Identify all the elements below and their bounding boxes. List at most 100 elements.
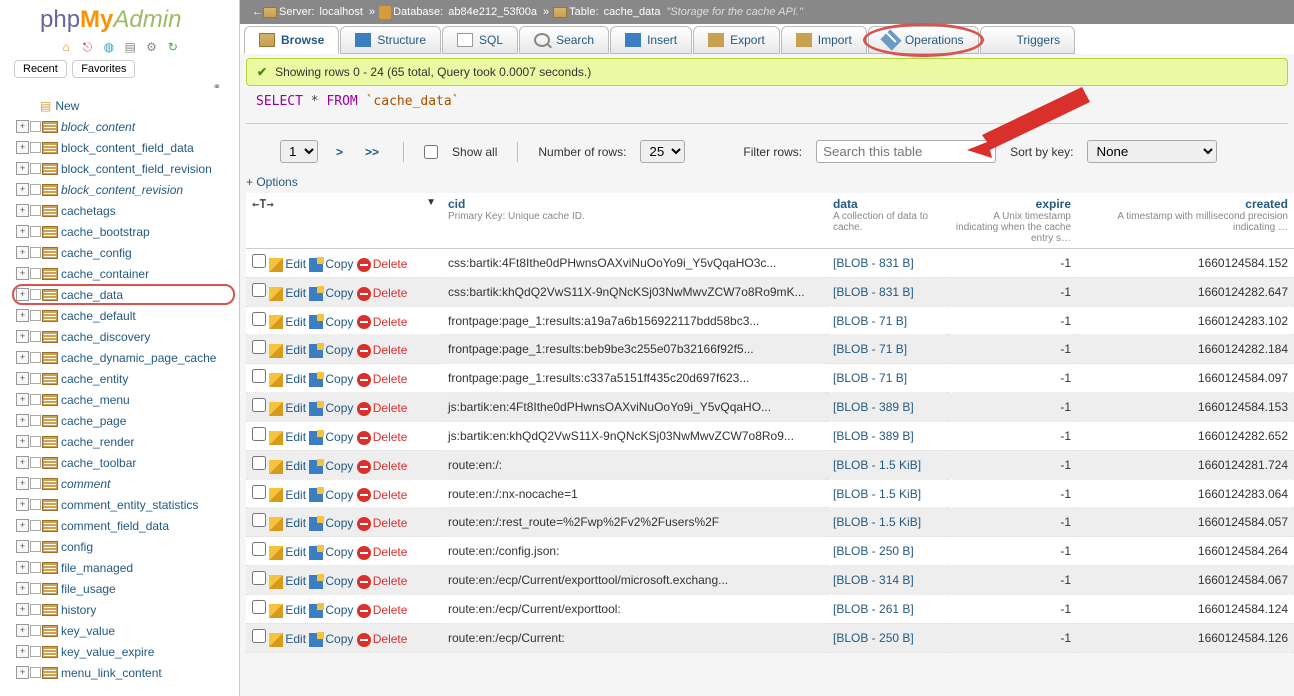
copy-link[interactable]: Copy — [325, 545, 353, 559]
tree-item-cache_data[interactable]: +cache_data — [12, 284, 235, 305]
row-check[interactable] — [252, 600, 266, 614]
expand-icon[interactable]: + — [16, 141, 29, 154]
delete-link[interactable]: Delete — [373, 516, 408, 530]
copy-link[interactable]: Copy — [325, 286, 353, 300]
tree-item-block_content_field_revision[interactable]: +block_content_field_revision — [16, 158, 239, 179]
expand-icon[interactable]: + — [16, 540, 29, 553]
tree-item-comment_field_data[interactable]: +comment_field_data — [16, 515, 239, 536]
copy-link[interactable]: Copy — [325, 459, 353, 473]
copy-link[interactable]: Copy — [325, 430, 353, 444]
last-page[interactable]: >> — [361, 145, 383, 159]
tab-browse[interactable]: Browse — [244, 26, 339, 54]
edit-link[interactable]: Edit — [285, 516, 306, 530]
copy-link[interactable]: Copy — [325, 632, 353, 646]
expand-icon[interactable]: + — [16, 330, 29, 343]
crumb-server[interactable]: localhost — [320, 6, 363, 18]
cell-data[interactable]: [BLOB - 1.5 KiB] — [833, 458, 921, 472]
edit-link[interactable]: Edit — [285, 459, 306, 473]
tree-item-cache_config[interactable]: +cache_config — [16, 242, 239, 263]
copy-link[interactable]: Copy — [325, 372, 353, 386]
tree-item-cache_bootstrap[interactable]: +cache_bootstrap — [16, 221, 239, 242]
crumb-database[interactable]: ab84e212_53f00a — [448, 6, 537, 18]
edit-link[interactable]: Edit — [285, 401, 306, 415]
edit-link[interactable]: Edit — [285, 343, 306, 357]
tree-item-block_content_revision[interactable]: +block_content_revision — [16, 179, 239, 200]
row-check[interactable] — [252, 456, 266, 470]
home-icon[interactable]: ⌂ — [59, 40, 73, 54]
tree-item-cache_container[interactable]: +cache_container — [16, 263, 239, 284]
row-check[interactable] — [252, 485, 266, 499]
expand-icon[interactable]: + — [16, 498, 29, 511]
delete-link[interactable]: Delete — [373, 372, 408, 386]
expand-icon[interactable]: + — [16, 477, 29, 490]
copy-link[interactable]: Copy — [325, 343, 353, 357]
delete-link[interactable]: Delete — [373, 430, 408, 444]
sort-direction[interactable]: ←T→ — [252, 197, 274, 211]
expand-icon[interactable]: + — [16, 561, 29, 574]
reload-icon[interactable]: ↻ — [166, 40, 180, 54]
expand-icon[interactable]: + — [16, 624, 29, 637]
expand-icon[interactable]: + — [16, 519, 29, 532]
edit-link[interactable]: Edit — [285, 603, 306, 617]
tree-item-cachetags[interactable]: +cachetags — [16, 200, 239, 221]
expand-icon[interactable]: + — [16, 582, 29, 595]
cell-data[interactable]: [BLOB - 389 B] — [833, 400, 914, 414]
tab-triggers[interactable]: Triggers — [980, 26, 1076, 54]
row-check[interactable] — [252, 513, 266, 527]
row-check[interactable] — [252, 283, 266, 297]
expand-icon[interactable]: + — [16, 603, 29, 616]
cell-data[interactable]: [BLOB - 71 B] — [833, 371, 907, 385]
expand-icon[interactable]: + — [16, 435, 29, 448]
row-check[interactable] — [252, 369, 266, 383]
edit-link[interactable]: Edit — [285, 372, 306, 386]
copy-link[interactable]: Copy — [325, 574, 353, 588]
cell-data[interactable]: [BLOB - 831 B] — [833, 256, 914, 270]
cell-data[interactable]: [BLOB - 71 B] — [833, 342, 907, 356]
tree-item-cache_dynamic_page_cache[interactable]: +cache_dynamic_page_cache — [16, 347, 239, 368]
edit-link[interactable]: Edit — [285, 430, 306, 444]
edit-link[interactable]: Edit — [285, 632, 306, 646]
options-toggle[interactable]: + Options — [240, 175, 1294, 193]
tree-item-cache_entity[interactable]: +cache_entity — [16, 368, 239, 389]
expand-icon[interactable]: + — [16, 183, 29, 196]
row-check[interactable] — [252, 340, 266, 354]
tree-item-key_value_expire[interactable]: +key_value_expire — [16, 641, 239, 662]
delete-link[interactable]: Delete — [373, 286, 408, 300]
tree-item-cache_toolbar[interactable]: +cache_toolbar — [16, 452, 239, 473]
row-check[interactable] — [252, 629, 266, 643]
copy-link[interactable]: Copy — [325, 516, 353, 530]
gear-icon[interactable]: ⚙ — [145, 40, 159, 54]
copy-link[interactable]: Copy — [325, 603, 353, 617]
tab-import[interactable]: Import — [781, 26, 867, 54]
page-select[interactable]: 1 — [280, 140, 318, 163]
tree-item-cache_discovery[interactable]: +cache_discovery — [16, 326, 239, 347]
tree-item-file_managed[interactable]: +file_managed — [16, 557, 239, 578]
delete-link[interactable]: Delete — [373, 401, 408, 415]
cell-data[interactable]: [BLOB - 389 B] — [833, 429, 914, 443]
expand-icon[interactable]: + — [16, 645, 29, 658]
delete-link[interactable]: Delete — [373, 574, 408, 588]
copy-link[interactable]: Copy — [325, 315, 353, 329]
docs-icon[interactable]: ▤ — [123, 40, 137, 54]
col-expire[interactable]: expire — [1036, 197, 1071, 211]
cell-data[interactable]: [BLOB - 1.5 KiB] — [833, 515, 921, 529]
num-rows-select[interactable]: 25 — [640, 140, 685, 163]
cell-data[interactable]: [BLOB - 831 B] — [833, 285, 914, 299]
link-icon[interactable]: ⚭ — [0, 82, 239, 93]
edit-link[interactable]: Edit — [285, 488, 306, 502]
col-cid[interactable]: cid — [448, 197, 465, 211]
tree-item-cache_menu[interactable]: +cache_menu — [16, 389, 239, 410]
expand-icon[interactable]: + — [16, 162, 29, 175]
row-check[interactable] — [252, 427, 266, 441]
expand-icon[interactable]: + — [16, 288, 29, 301]
expand-icon[interactable]: + — [16, 309, 29, 322]
show-all-check[interactable] — [424, 145, 438, 159]
col-data[interactable]: data — [833, 197, 858, 211]
tree-item-block_content[interactable]: +block_content — [16, 116, 239, 137]
favorites-button[interactable]: Favorites — [72, 60, 135, 78]
tree-item-cache_page[interactable]: +cache_page — [16, 410, 239, 431]
exit-icon[interactable]: ⎋ — [80, 40, 94, 54]
tab-structure[interactable]: Structure — [340, 26, 441, 54]
expand-icon[interactable]: + — [16, 393, 29, 406]
tab-sql[interactable]: SQL — [442, 26, 518, 54]
